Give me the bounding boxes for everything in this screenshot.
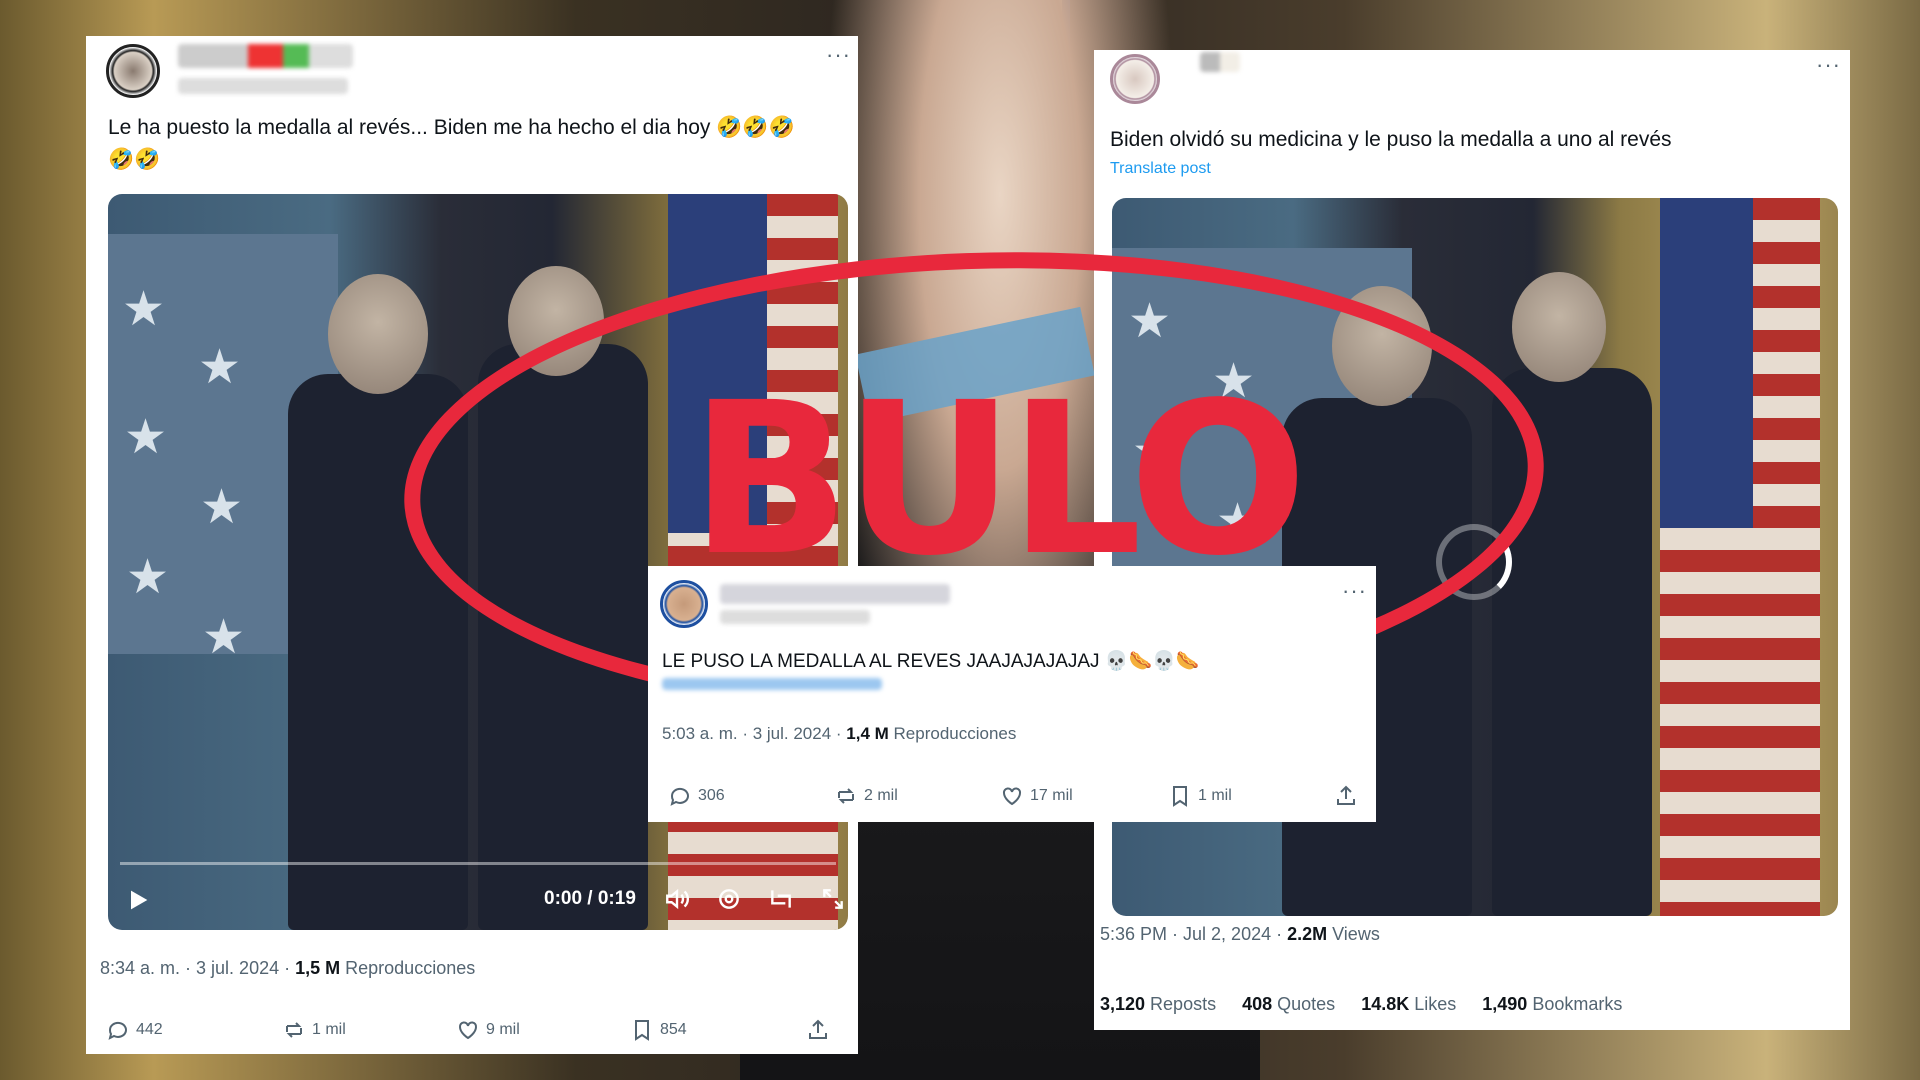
bookmark-icon [1173,786,1187,807]
likes-stat[interactable]: 14.8K Likes [1361,994,1456,1015]
heart-icon [1003,787,1021,806]
post-card-center: ··· LE PUSO LA MEDALLA AL REVES JAAJAJAJ… [648,566,1376,822]
post-stats: 3,120 Reposts 408 Quotes 14.8K Likes 1,4… [1100,994,1622,1015]
translate-post-link[interactable]: Translate post [1110,160,1211,178]
volume-icon[interactable] [664,886,690,912]
play-icon[interactable] [124,886,152,914]
bookmark-icon [635,1020,649,1041]
avatar[interactable] [106,44,160,98]
bookmark-button[interactable]: 854 [630,1018,687,1042]
post-timestamp[interactable]: 5:36 PM · Jul 2, 2024 · [1100,924,1287,944]
bookmarks-stat[interactable]: 1,490 Bookmarks [1482,994,1622,1015]
repost-icon [286,1022,302,1038]
views-label: Views [1327,924,1380,944]
fullscreen-icon[interactable] [820,886,846,912]
repost-icon [838,788,854,804]
video-controls [664,886,846,912]
like-count: 9 mil [486,1021,520,1038]
post-meta: 5:03 a. m. · 3 jul. 2024 · 1,4 M Reprodu… [662,724,1016,744]
reply-button[interactable]: 442 [106,1018,163,1042]
reply-count: 442 [136,1021,163,1038]
redacted-handle [720,610,870,624]
share-icon [1337,785,1355,805]
like-count: 17 mil [1030,787,1073,804]
repost-button[interactable]: 1 mil [282,1018,346,1042]
person-head [1512,272,1606,382]
post-text-continued: 🤣🤣 [108,148,161,171]
like-button[interactable]: 9 mil [456,1018,520,1042]
video-progress-bar[interactable] [120,862,836,865]
avatar[interactable] [1110,54,1160,104]
share-button[interactable] [1334,784,1358,808]
reply-icon [670,787,689,806]
star-decoration: ★ [200,481,244,534]
post-meta: 8:34 a. m. · 3 jul. 2024 · 1,5 M Reprodu… [100,958,475,979]
bookmark-count: 854 [660,1021,687,1038]
us-flag [1660,198,1820,916]
more-options-icon[interactable]: ··· [1342,578,1367,604]
views-count: 2.2M [1287,924,1328,944]
pip-icon[interactable] [768,886,794,912]
bookmark-button[interactable]: 1 mil [1168,784,1232,808]
post-timestamp[interactable]: 8:34 a. m. · 3 jul. 2024 · [100,958,295,978]
reposts-stat[interactable]: 3,120 Reposts [1100,994,1216,1015]
redacted-username [178,44,353,68]
star-decoration: ★ [198,341,242,394]
post-meta: 5:36 PM · Jul 2, 2024 · 2.2M Views [1100,924,1380,945]
person-head [328,274,428,394]
views-label: Reproducciones [340,958,476,978]
more-options-icon[interactable]: ··· [1816,52,1841,78]
post-text: Biden olvidó su medicina y le puso la me… [1110,128,1672,151]
post-text: Le ha puesto la medalla al revés... Bide… [108,116,795,139]
views-count: 1,4 M [846,724,889,743]
heart-icon [459,1021,477,1040]
repost-count: 1 mil [312,1021,346,1038]
star-decoration: ★ [126,551,170,604]
share-button[interactable] [806,1018,830,1042]
reply-button[interactable]: 306 [668,784,725,808]
repost-count: 2 mil [864,787,898,804]
settings-gear-icon[interactable] [716,886,742,912]
repost-button[interactable]: 2 mil [834,784,898,808]
star-decoration: ★ [122,283,166,336]
share-icon [809,1019,827,1039]
redacted-handle [178,78,348,94]
views-label: Reproducciones [888,724,1017,743]
redacted-link [662,678,882,690]
bulo-stamp-text: BULO [690,357,1307,602]
reply-count: 306 [698,787,725,804]
post-text: LE PUSO LA MEDALLA AL REVES JAAJAJAJAJAJ… [662,651,1200,672]
more-options-icon[interactable]: ··· [826,42,851,68]
post-timestamp[interactable]: 5:03 a. m. · 3 jul. 2024 · [662,724,846,743]
star-decoration: ★ [124,411,168,464]
redacted-username [1200,52,1240,72]
like-button[interactable]: 17 mil [1000,784,1073,808]
views-count: 1,5 M [295,958,341,978]
bookmark-count: 1 mil [1198,787,1232,804]
video-time: 0:00 / 0:19 [544,888,636,909]
star-decoration: ★ [202,611,246,664]
quotes-stat[interactable]: 408 Quotes [1242,994,1335,1015]
reply-icon [108,1021,127,1040]
